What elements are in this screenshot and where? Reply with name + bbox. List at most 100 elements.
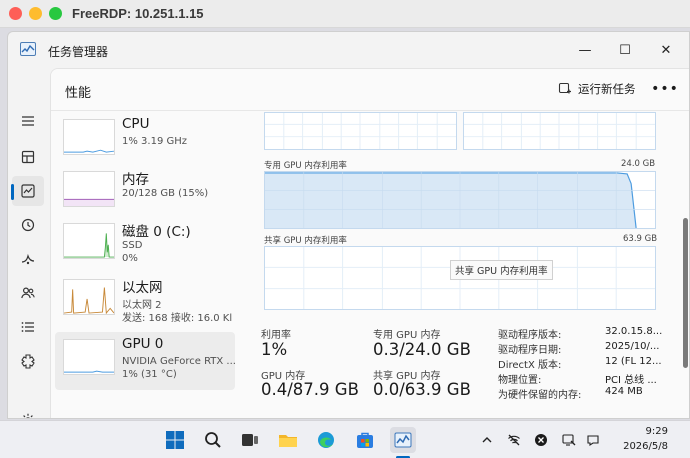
taskbar: 9:29 2026/5/8 [0,420,690,458]
processes-icon [21,150,35,164]
nav-details[interactable] [12,312,44,342]
clock-time[interactable]: 9:29 [630,426,668,437]
settings-icon [23,413,33,418]
search-button[interactable] [200,427,226,453]
device-detail-2: 1% (31 °C) [122,369,177,380]
nav-performance[interactable] [12,176,44,206]
details-icon [21,322,34,332]
network-button[interactable] [505,431,523,449]
edge-button[interactable] [313,427,339,453]
performance-icon [21,184,35,198]
reserved-memory-label: 为硬件保留的内存: [498,390,582,401]
nav-processes[interactable] [12,142,44,172]
shared-memory-value: 0.0/63.9 GB [373,380,471,399]
tray-overflow-button[interactable] [478,431,496,449]
shared-graph-max: 63.9 GB [623,234,658,244]
window-title: 任务管理器 [48,45,109,59]
shared-graph-tooltip: 共享 GPU 内存利用率 [450,260,553,280]
driver-version-label: 驱动程序版本: [498,330,562,341]
notification-icon [587,435,599,447]
clock-date[interactable]: 2026/5/8 [608,441,668,452]
device-name: 磁盘 0 (C:) [122,224,191,240]
device-item-memory[interactable]: 内存 20/128 GB (15%) [55,164,235,222]
nav-users[interactable] [12,278,44,308]
sound-off-icon [535,434,547,446]
more-options-button[interactable]: ••• [651,78,679,100]
minimize-button[interactable]: — [563,36,607,64]
gpu-stats: 利用率 1% 专用 GPU 内存 0.3/24.0 GB GPU 内存 0.4/… [261,322,689,418]
windows-start-icon [166,431,184,449]
driver-version-value: 32.0.15.8... [605,326,663,337]
device-detail: NVIDIA GeForce RTX ... [122,356,236,367]
physical-location-value: PCI 总线 ... [605,375,657,386]
engine-graph-right [463,112,656,150]
device-item-gpu[interactable]: GPU 0 NVIDIA GeForce RTX ... 1% (31 °C) [55,332,236,390]
content-header: 性能 运行新任务 ••• [51,69,689,111]
gpu-memory-value: 0.4/87.9 GB [261,380,359,399]
window-titlebar: 任务管理器 — ☐ ✕ [8,32,689,68]
utilization-value: 1% [261,340,288,359]
sound-button[interactable] [532,431,550,449]
services-icon [21,354,35,369]
reserved-memory-value: 424 MB [605,386,643,397]
mac-zoom-button[interactable] [49,7,62,20]
store-icon [357,432,373,448]
task-manager-app-icon [20,42,36,56]
gpu-thumbnail [63,339,115,375]
edge-icon [318,432,334,448]
start-button[interactable] [162,427,188,453]
driver-date-label: 驱动程序日期: [498,345,562,356]
startup-icon [21,253,35,265]
disk-thumbnail [63,223,115,259]
task-manager-taskbar-button[interactable] [390,427,416,453]
nav-services[interactable] [12,346,44,376]
nav-active-indicator [11,184,14,200]
nav-rail [8,68,48,418]
remote-scrollbar[interactable] [683,218,688,368]
gpu-graph-area: 专用 GPU 内存利用率 24.0 GB 共享 GPU 内存利用率 63.9 G… [251,112,689,312]
mac-titlebar: FreeRDP: 10.251.1.15 [0,0,690,28]
task-view-button[interactable] [237,427,263,453]
page-title: 性能 [65,86,92,101]
store-button[interactable] [352,427,378,453]
mac-window-title: FreeRDP: 10.251.1.15 [72,6,204,21]
device-item-ethernet[interactable]: 以太网 以太网 2 发送: 168 接收: 16.0 Kl [55,272,235,330]
close-button[interactable]: ✕ [644,36,688,64]
device-name: 以太网 [122,280,163,296]
cpu-thumbnail [63,119,115,155]
task-manager-icon [394,432,412,448]
chevron-up-icon [482,437,492,443]
utilization-label: 利用率 [261,330,291,341]
network-off-icon [508,434,520,446]
device-detail-2: 0% [122,253,138,264]
nav-settings[interactable] [12,405,44,418]
ethernet-thumbnail [63,279,115,315]
users-icon [21,287,35,299]
run-task-icon [558,82,571,94]
hamburger-menu-button[interactable] [12,106,44,136]
device-name: CPU [122,116,150,132]
nav-app-history[interactable] [12,210,44,240]
app-history-icon [21,218,35,232]
dedicated-memory-graph [264,171,656,229]
directx-version-value: 12 (FL 12... [605,356,662,367]
memory-thumbnail [63,171,115,207]
notification-button[interactable] [584,431,602,449]
dedicated-memory-label: 专用 GPU 内存 [373,330,441,341]
maximize-button[interactable]: ☐ [603,36,647,64]
engine-graph-left [264,112,457,150]
file-explorer-icon [279,435,297,447]
remote-session-button[interactable] [560,431,578,449]
device-name: GPU 0 [122,336,164,352]
device-detail: 1% 3.19 GHz [122,136,188,147]
file-explorer-button[interactable] [275,427,301,453]
nav-startup[interactable] [12,244,44,274]
device-detail: 20/128 GB (15%) [122,188,209,199]
remote-desktop: 任务管理器 — ☐ ✕ 性能 运行新任务 ••• CPU 1% 3.19 GHz… [0,28,690,458]
device-item-cpu[interactable]: CPU 1% 3.19 GHz [55,112,235,170]
mac-minimize-button[interactable] [29,7,42,20]
mac-close-button[interactable] [9,7,22,20]
device-item-disk[interactable]: 磁盘 0 (C:) SSD 0% [55,216,235,274]
run-new-task-button[interactable]: 运行新任务 [558,81,636,97]
device-name: 内存 [122,172,149,188]
